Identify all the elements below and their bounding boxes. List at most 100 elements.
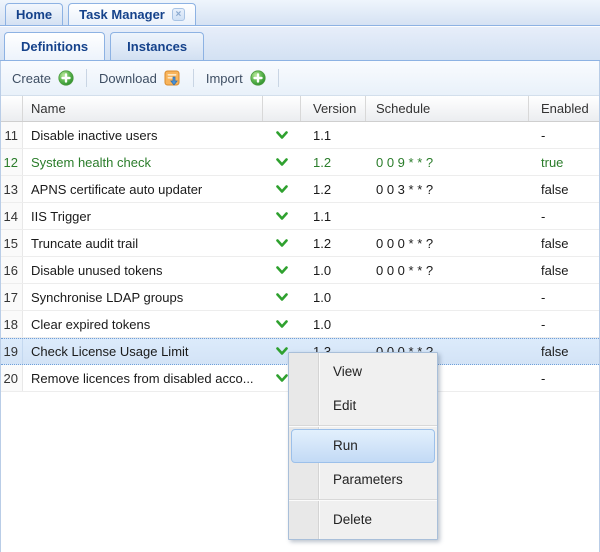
view-tabstrip: Definitions Instances: [0, 26, 600, 61]
task-enabled: -: [529, 284, 599, 310]
row-actions-cell: [263, 176, 301, 202]
row-number: 12: [1, 149, 23, 175]
task-schedule: 0 0 0 * * ?: [366, 230, 529, 256]
task-schedule: 0 0 0 * * ?: [366, 257, 529, 283]
chevron-down-icon[interactable]: [276, 374, 288, 383]
task-manager-app: Home Task Manager × Definitions Instance…: [0, 0, 600, 552]
menu-separator: [289, 425, 437, 427]
tab-task-manager-label: Task Manager: [79, 7, 165, 22]
table-row[interactable]: 15Truncate audit trail1.20 0 0 * * ?fals…: [1, 230, 599, 257]
task-name: APNS certificate auto updater: [23, 176, 263, 202]
task-name: Disable inactive users: [23, 122, 263, 148]
task-enabled: true: [529, 149, 599, 175]
toolbar-separator: [86, 69, 87, 87]
row-number: 18: [1, 311, 23, 337]
menu-separator: [289, 499, 437, 501]
tab-instances[interactable]: Instances: [110, 32, 204, 60]
task-schedule: [366, 311, 529, 337]
chevron-down-icon[interactable]: [276, 131, 288, 140]
window-tabstrip: Home Task Manager ×: [0, 0, 600, 26]
table-row[interactable]: 17Synchronise LDAP groups1.0-: [1, 284, 599, 311]
column-header-version[interactable]: Version: [301, 96, 366, 121]
menu-item-parameters[interactable]: Parameters: [289, 463, 437, 497]
column-header-number[interactable]: [1, 96, 23, 121]
column-header-actions[interactable]: [263, 96, 301, 121]
download-icon: [164, 70, 181, 87]
task-name: Remove licences from disabled acco...: [23, 365, 263, 391]
column-header-enabled[interactable]: Enabled: [529, 96, 599, 121]
row-actions-cell: [263, 257, 301, 283]
toolbar-separator: [193, 69, 194, 87]
row-number: 13: [1, 176, 23, 202]
table-row[interactable]: 13APNS certificate auto updater 1.20 0 3 …: [1, 176, 599, 203]
add-icon: [250, 70, 266, 86]
grid-header: Name Version Schedule Enabled: [1, 96, 599, 122]
table-row[interactable]: 18Clear expired tokens 1.0 -: [1, 311, 599, 338]
task-name: Truncate audit trail: [23, 230, 263, 256]
chevron-down-icon[interactable]: [276, 239, 288, 248]
task-name: Clear expired tokens: [23, 311, 263, 337]
task-version: 1.2: [301, 230, 366, 256]
row-actions-cell: [263, 149, 301, 175]
table-row[interactable]: 11Disable inactive users1.1-: [1, 122, 599, 149]
task-enabled: false: [529, 339, 599, 364]
task-name: System health check: [23, 149, 263, 175]
tab-instances-label: Instances: [127, 39, 187, 54]
task-name: Synchronise LDAP groups: [23, 284, 263, 310]
chevron-down-icon[interactable]: [276, 158, 288, 167]
table-row[interactable]: 14IIS Trigger 1.1 -: [1, 203, 599, 230]
download-button-label: Download: [99, 71, 157, 86]
import-button[interactable]: Import: [197, 66, 275, 90]
toolbar-separator: [278, 69, 279, 87]
menu-item-edit[interactable]: Edit: [289, 389, 437, 423]
column-header-schedule-label: Schedule: [376, 101, 430, 116]
task-enabled: -: [529, 311, 599, 337]
table-row[interactable]: 16Disable unused tokens1.00 0 0 * * ?fal…: [1, 257, 599, 284]
task-name: IIS Trigger: [23, 203, 263, 229]
menu-item-view[interactable]: View: [289, 355, 437, 389]
row-actions-cell: [263, 122, 301, 148]
toolbar: Create Download: [1, 61, 599, 96]
column-header-schedule[interactable]: Schedule: [366, 96, 529, 121]
chevron-down-icon[interactable]: [276, 320, 288, 329]
chevron-down-icon[interactable]: [276, 293, 288, 302]
create-button-label: Create: [12, 71, 51, 86]
task-version: 1.1: [301, 203, 366, 229]
chevron-down-icon[interactable]: [276, 347, 288, 356]
task-version: 1.0: [301, 311, 366, 337]
menu-item-run[interactable]: Run: [291, 429, 435, 463]
task-version: 1.0: [301, 257, 366, 283]
tab-home[interactable]: Home: [5, 3, 63, 25]
task-version: 1.1: [301, 122, 366, 148]
tab-definitions-label: Definitions: [21, 39, 88, 54]
row-actions-cell: [263, 203, 301, 229]
add-icon: [58, 70, 74, 86]
task-version: 1.2: [301, 149, 366, 175]
row-number: 17: [1, 284, 23, 310]
download-button[interactable]: Download: [90, 66, 190, 90]
tab-task-manager[interactable]: Task Manager ×: [68, 3, 196, 25]
row-number: 19: [1, 339, 23, 364]
row-number: 14: [1, 203, 23, 229]
row-actions-cell: [263, 311, 301, 337]
column-header-name[interactable]: Name: [23, 96, 263, 121]
row-number: 15: [1, 230, 23, 256]
task-schedule: 0 0 9 * * ?: [366, 149, 529, 175]
column-header-name-label: Name: [31, 101, 66, 116]
task-version: 1.2: [301, 176, 366, 202]
create-button[interactable]: Create: [3, 66, 83, 90]
table-row[interactable]: 12System health check 1.20 0 9 * * ?true: [1, 149, 599, 176]
task-enabled: -: [529, 203, 599, 229]
import-button-label: Import: [206, 71, 243, 86]
menu-item-delete[interactable]: Delete: [289, 503, 437, 537]
chevron-down-icon[interactable]: [276, 266, 288, 275]
close-icon[interactable]: ×: [172, 8, 185, 21]
chevron-down-icon[interactable]: [276, 185, 288, 194]
task-name: Check License Usage Limit: [23, 339, 263, 364]
task-name: Disable unused tokens: [23, 257, 263, 283]
task-schedule: 0 0 3 * * ?: [366, 176, 529, 202]
chevron-down-icon[interactable]: [276, 212, 288, 221]
row-number: 20: [1, 365, 23, 391]
tab-definitions[interactable]: Definitions: [4, 32, 105, 60]
column-header-version-label: Version: [313, 101, 356, 116]
